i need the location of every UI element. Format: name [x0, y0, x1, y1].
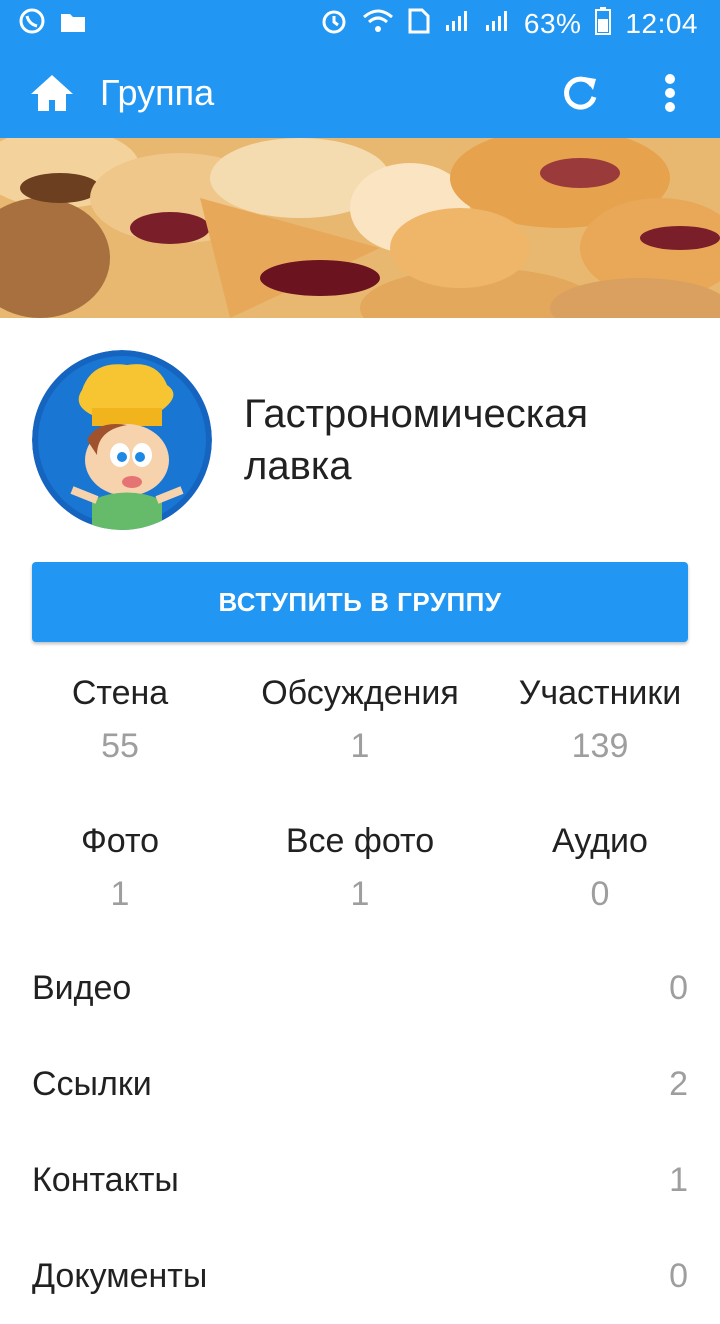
stat-all-photos[interactable]: Все фото 1 [240, 812, 480, 960]
group-name: Гастрономическая лавка [244, 392, 589, 488]
stat-value: 1 [110, 875, 130, 913]
home-icon[interactable] [28, 63, 76, 123]
stat-value: 0 [590, 875, 610, 913]
refresh-icon[interactable] [550, 63, 610, 123]
stat-audio[interactable]: Аудио 0 [480, 812, 720, 960]
stat-photos[interactable]: Фото 1 [0, 812, 240, 960]
stats-row: Фото 1 Все фото 1 Аудио 0 [0, 812, 720, 960]
app-bar: Группа [0, 48, 720, 138]
list-item-count: 1 [669, 1160, 688, 1199]
stat-wall[interactable]: Стена 55 [0, 664, 240, 812]
list-item-count: 0 [669, 968, 688, 1007]
list-item-label: Ссылки [32, 1064, 152, 1103]
list-item-count: 2 [669, 1064, 688, 1103]
wifi-icon [362, 8, 394, 41]
list-item-video[interactable]: Видео 0 [0, 940, 720, 1036]
stat-label: Участники [518, 674, 682, 712]
folder-icon [60, 8, 86, 40]
cover-image [0, 138, 720, 318]
stat-label: Аудио [552, 822, 648, 860]
stat-value: 1 [350, 727, 370, 765]
join-group-button[interactable]: ВСТУПИТЬ В ГРУППУ [32, 562, 688, 642]
list-item-label: Документы [32, 1256, 208, 1295]
group-header: Гастрономическая лавка [32, 350, 688, 530]
list-item-label: Видео [32, 968, 132, 1007]
status-bar-right: 63% 12:04 [320, 6, 698, 42]
stats-grid: Стена 55 Обсуждения 1 Участники 139 Фото… [0, 664, 720, 960]
stat-value: 55 [101, 727, 139, 765]
avatar[interactable] [32, 350, 212, 530]
stat-value: 139 [571, 727, 629, 765]
stat-label: Все фото [285, 822, 435, 860]
sim-icon [408, 8, 430, 41]
page-title: Группа [100, 72, 215, 113]
status-bar-left [18, 7, 86, 42]
stat-label: Фото [80, 822, 160, 860]
stat-label: Стена [71, 674, 169, 712]
stat-discussions[interactable]: Обсуждения 1 [240, 664, 480, 812]
stat-label: Обсуждения [261, 674, 459, 712]
signal-icon [444, 8, 470, 40]
list-item-documents[interactable]: Документы 0 [0, 1228, 720, 1324]
list-item-links[interactable]: Ссылки 2 [0, 1036, 720, 1132]
battery-icon [595, 6, 612, 42]
list-item-contacts[interactable]: Контакты 1 [0, 1132, 720, 1228]
list-item-count: 0 [669, 1256, 688, 1295]
more-vert-icon[interactable] [640, 63, 700, 123]
stat-members[interactable]: Участники 139 [480, 664, 720, 812]
status-bar: 63% 12:04 [0, 0, 720, 48]
section-list: Видео 0 Ссылки 2 Контакты 1 Документы 0 [0, 940, 720, 1324]
signal-icon [484, 8, 510, 40]
viber-icon [18, 7, 46, 42]
stat-value: 1 [350, 875, 370, 913]
alarm-icon [320, 7, 348, 42]
battery-percent: 63% [523, 8, 582, 39]
list-item-label: Контакты [32, 1160, 179, 1199]
stats-row: Стена 55 Обсуждения 1 Участники 139 [0, 664, 720, 812]
clock: 12:04 [625, 8, 698, 39]
